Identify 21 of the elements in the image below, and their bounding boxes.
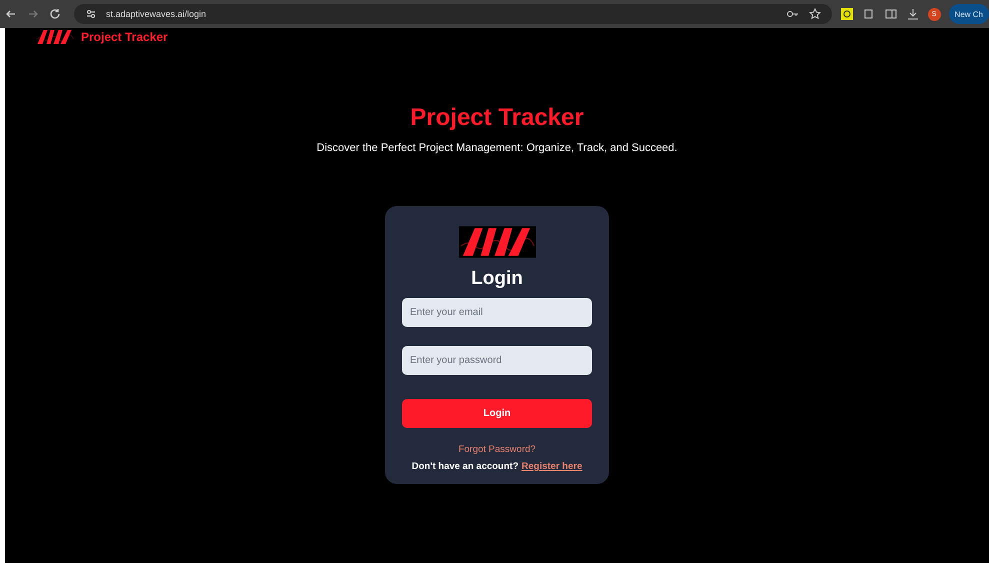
reload-icon[interactable]	[48, 7, 62, 21]
email-field[interactable]: Enter your email	[402, 298, 592, 327]
download-icon[interactable]	[906, 7, 920, 21]
site-settings-icon[interactable]	[84, 7, 98, 21]
brand-name: Project Tracker	[81, 30, 168, 44]
tagline: Discover the Perfect Project Management: Organize, Track, and Succeed.	[316, 142, 678, 154]
forgot-password-link[interactable]: Forgot Password?	[458, 444, 536, 455]
register-prompt: Don't have an account?	[412, 461, 519, 472]
address-bar[interactable]: st.adaptivewaves.ai/login	[74, 4, 832, 24]
wave-logo-icon	[458, 226, 536, 258]
side-panel-icon[interactable]	[884, 7, 898, 21]
star-icon[interactable]	[808, 7, 822, 21]
register-link[interactable]: Register here	[522, 461, 582, 472]
page-title: Project Tracker	[410, 104, 584, 132]
wave-logo-icon	[35, 29, 75, 45]
new-chat-button[interactable]: New Ch	[948, 4, 989, 24]
login-heading: Login	[471, 268, 523, 290]
password-field[interactable]: Enter your password	[402, 346, 592, 375]
login-button[interactable]: Login	[402, 399, 592, 428]
extension-icon[interactable]	[840, 7, 854, 21]
url-text: st.adaptivewaves.ai/login	[106, 9, 206, 19]
